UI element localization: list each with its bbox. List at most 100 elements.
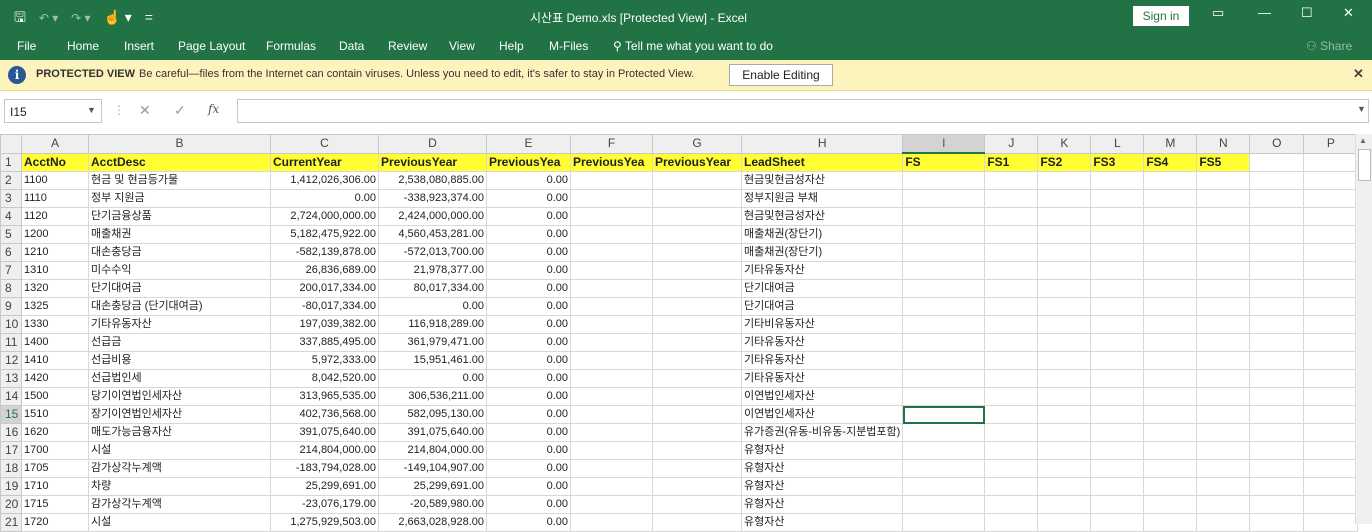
leadsheet-cell[interactable]: 유형자산 <box>740 477 904 496</box>
formula-input[interactable] <box>237 99 1369 123</box>
empty-cell[interactable] <box>1303 333 1359 352</box>
empty-cell[interactable] <box>1037 333 1092 352</box>
empty-cell[interactable] <box>1303 279 1359 298</box>
empty-cell[interactable] <box>1196 441 1251 460</box>
previous-year-g-cell[interactable] <box>652 207 742 226</box>
empty-cell[interactable] <box>984 315 1039 334</box>
empty-cell[interactable] <box>1090 459 1145 478</box>
previous-year-g-cell[interactable] <box>652 189 742 208</box>
empty-cell[interactable] <box>1143 351 1198 370</box>
previous-year-cell[interactable]: 116,918,289.00 <box>378 315 487 334</box>
empty-cell[interactable] <box>1090 171 1145 190</box>
current-year-cell[interactable]: 8,042,520.00 <box>270 369 379 388</box>
fs-cell[interactable] <box>902 369 986 388</box>
acct-no-cell[interactable]: 1700 <box>21 441 89 460</box>
acct-desc-cell[interactable]: 기타유동자산 <box>88 315 271 334</box>
empty-cell[interactable] <box>1037 261 1092 280</box>
leadsheet-cell[interactable]: 유형자산 <box>740 513 904 532</box>
enable-editing-button[interactable]: Enable Editing <box>729 64 833 86</box>
empty-cell[interactable] <box>984 387 1039 406</box>
empty-cell[interactable] <box>1303 315 1359 334</box>
fs-cell[interactable] <box>902 333 986 352</box>
previous-year-cell[interactable]: 306,536,211.00 <box>378 387 487 406</box>
current-year-cell[interactable]: 337,885,495.00 <box>270 333 379 352</box>
empty-cell[interactable] <box>1090 495 1145 514</box>
previous-year-e-cell[interactable]: 0.00 <box>486 225 571 244</box>
empty-cell[interactable] <box>1037 495 1092 514</box>
empty-cell[interactable] <box>1037 171 1092 190</box>
previous-year-cell[interactable]: 214,804,000.00 <box>378 441 487 460</box>
previous-year-e-cell[interactable]: 0.00 <box>486 351 571 370</box>
previous-year-cell[interactable]: -572,013,700.00 <box>378 243 487 262</box>
current-year-cell[interactable]: -80,017,334.00 <box>270 297 379 316</box>
row-header[interactable]: 2 <box>0 171 22 190</box>
empty-cell[interactable] <box>1196 459 1251 478</box>
header-cell[interactable]: AcctDesc <box>88 152 271 172</box>
empty-cell[interactable] <box>1303 189 1359 208</box>
current-year-cell[interactable]: 313,965,535.00 <box>270 387 379 406</box>
empty-cell[interactable] <box>984 261 1039 280</box>
previous-year-f-cell[interactable] <box>570 207 653 226</box>
previous-year-g-cell[interactable] <box>652 405 742 424</box>
empty-cell[interactable] <box>984 279 1039 298</box>
column-header-g[interactable]: G <box>652 134 742 154</box>
empty-cell[interactable] <box>1196 261 1251 280</box>
tab-file[interactable]: File <box>17 39 36 53</box>
previous-year-cell[interactable]: -338,923,374.00 <box>378 189 487 208</box>
header-cell[interactable]: FS <box>902 152 986 172</box>
empty-cell[interactable] <box>1303 387 1359 406</box>
acct-no-cell[interactable]: 1310 <box>21 261 89 280</box>
empty-cell[interactable] <box>1090 351 1145 370</box>
header-cell[interactable]: FS1 <box>984 152 1039 172</box>
acct-no-cell[interactable]: 1320 <box>21 279 89 298</box>
acct-desc-cell[interactable]: 감가상각누계액 <box>88 459 271 478</box>
fs-cell[interactable] <box>902 297 986 316</box>
empty-cell[interactable] <box>1090 261 1145 280</box>
fs-cell[interactable] <box>902 495 986 514</box>
empty-cell[interactable] <box>1196 369 1251 388</box>
previous-year-f-cell[interactable] <box>570 297 653 316</box>
empty-cell[interactable] <box>984 513 1039 532</box>
current-year-cell[interactable]: 1,275,929,503.00 <box>270 513 379 532</box>
fs-cell[interactable] <box>902 243 986 262</box>
leadsheet-cell[interactable]: 기타비유동자산 <box>740 315 904 334</box>
empty-cell[interactable] <box>984 333 1039 352</box>
empty-cell[interactable] <box>1249 225 1305 244</box>
leadsheet-cell[interactable]: 이연법인세자산 <box>740 387 904 406</box>
acct-desc-cell[interactable]: 대손충당금 (단기대여금) <box>88 297 271 316</box>
empty-cell[interactable] <box>1143 207 1198 226</box>
header-cell[interactable]: FS3 <box>1090 152 1145 172</box>
tab-page-layout[interactable]: Page Layout <box>178 39 245 53</box>
empty-cell[interactable] <box>1037 297 1092 316</box>
empty-cell[interactable] <box>1143 369 1198 388</box>
empty-cell[interactable] <box>1143 225 1198 244</box>
acct-desc-cell[interactable]: 당기이연법인세자산 <box>88 387 271 406</box>
empty-cell[interactable] <box>1303 459 1359 478</box>
empty-cell[interactable] <box>1037 513 1092 532</box>
previous-year-e-cell[interactable]: 0.00 <box>486 477 571 496</box>
column-header-e[interactable]: E <box>486 134 571 154</box>
acct-desc-cell[interactable]: 감가상각누계액 <box>88 495 271 514</box>
sign-in-button[interactable]: Sign in <box>1133 6 1189 26</box>
empty-cell[interactable] <box>1249 495 1305 514</box>
current-year-cell[interactable]: 26,836,689.00 <box>270 261 379 280</box>
empty-cell[interactable] <box>1037 207 1092 226</box>
leadsheet-cell[interactable]: 기타유동자산 <box>740 261 904 280</box>
previous-year-cell[interactable]: 15,951,461.00 <box>378 351 487 370</box>
previous-year-g-cell[interactable] <box>652 243 742 262</box>
empty-cell[interactable] <box>1037 459 1092 478</box>
acct-no-cell[interactable]: 1330 <box>21 315 89 334</box>
empty-cell[interactable] <box>1037 387 1092 406</box>
empty-cell[interactable] <box>1249 207 1305 226</box>
row-header[interactable]: 10 <box>0 315 22 334</box>
previous-year-g-cell[interactable] <box>652 369 742 388</box>
previous-year-f-cell[interactable] <box>570 333 653 352</box>
chevron-down-icon[interactable]: ▼ <box>87 105 96 115</box>
acct-desc-cell[interactable]: 장기이연법인세자산 <box>88 405 271 424</box>
previous-year-f-cell[interactable] <box>570 351 653 370</box>
empty-cell[interactable] <box>984 243 1039 262</box>
empty-cell[interactable] <box>1143 333 1198 352</box>
current-year-cell[interactable]: 200,017,334.00 <box>270 279 379 298</box>
empty-cell[interactable] <box>1090 477 1145 496</box>
empty-cell[interactable] <box>1249 369 1305 388</box>
